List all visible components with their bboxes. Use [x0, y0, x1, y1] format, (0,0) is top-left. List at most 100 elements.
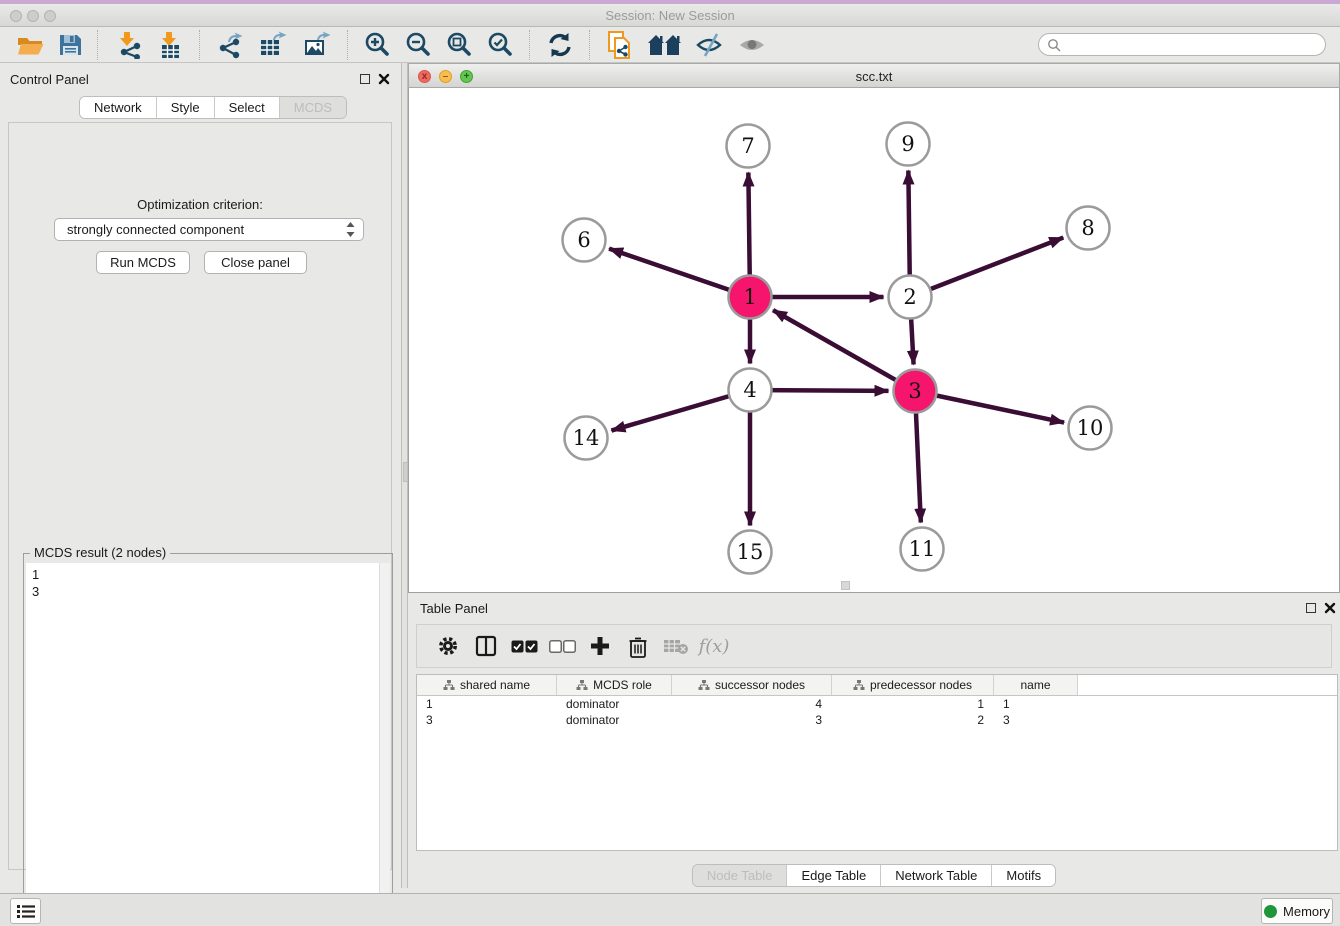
- select-all-button[interactable]: [505, 640, 543, 653]
- panel-splitter[interactable]: [401, 63, 408, 888]
- graph-node-11[interactable]: 11: [901, 528, 944, 571]
- criterion-dropdown[interactable]: strongly connected component: [54, 218, 364, 241]
- edge-2-8[interactable]: [910, 238, 1063, 297]
- close-table-panel-icon[interactable]: [1324, 602, 1336, 614]
- clone-network-button[interactable]: [599, 29, 641, 61]
- table-cell[interactable]: dominator: [557, 713, 672, 727]
- export-table-button[interactable]: [251, 29, 295, 61]
- open-session-button[interactable]: [10, 29, 51, 61]
- close-panel-button[interactable]: Close panel: [204, 251, 307, 274]
- add-column-button[interactable]: [581, 635, 619, 657]
- table-cell[interactable]: 3: [994, 713, 1078, 727]
- task-history-button[interactable]: [10, 898, 41, 924]
- table-cell[interactable]: 4: [672, 697, 832, 711]
- graph-node-7[interactable]: 7: [727, 125, 770, 168]
- network-canvas[interactable]: 7 9 6 8 1 2 4 3 14 10 15 11: [408, 88, 1340, 593]
- memory-button[interactable]: Memory: [1261, 898, 1333, 924]
- tab-mcds[interactable]: MCDS: [279, 97, 346, 118]
- svg-text:2: 2: [903, 285, 916, 309]
- graph-node-6[interactable]: 6: [563, 219, 606, 262]
- import-network-icon: [114, 31, 142, 59]
- column-header-MCDS-role[interactable]: MCDS role: [557, 675, 672, 695]
- zoom-fit-button[interactable]: [439, 29, 480, 61]
- graph-node-4[interactable]: 4: [729, 369, 772, 412]
- tab-style[interactable]: Style: [156, 97, 214, 118]
- search-input[interactable]: [1061, 37, 1325, 53]
- node-table[interactable]: shared nameMCDS role successor nodes prede…: [416, 674, 1338, 851]
- search-field[interactable]: [1038, 33, 1326, 56]
- table-cell[interactable]: 2: [832, 713, 994, 727]
- graph-node-8[interactable]: 8: [1067, 207, 1110, 250]
- graph-node-2[interactable]: 2: [889, 276, 932, 319]
- export-network-button[interactable]: [209, 29, 251, 61]
- hide-panels-button[interactable]: [689, 29, 731, 61]
- column-header-shared-name[interactable]: shared name: [417, 675, 557, 695]
- table-cell[interactable]: dominator: [557, 697, 672, 711]
- table-cell[interactable]: 1: [994, 697, 1078, 711]
- column-header-label: successor nodes: [715, 678, 805, 692]
- export-image-button[interactable]: [295, 29, 339, 61]
- graph-node-3[interactable]: 3: [894, 370, 937, 413]
- title-bar: Session: New Session: [0, 0, 1340, 27]
- table-cell[interactable]: 3: [417, 713, 557, 727]
- close-panel-icon[interactable]: [378, 73, 390, 85]
- float-table-panel-icon[interactable]: [1306, 603, 1316, 613]
- column-header-successor-nodes[interactable]: successor nodes: [672, 675, 832, 695]
- run-mcds-button[interactable]: Run MCDS: [96, 251, 190, 274]
- canvas-resize-grip[interactable]: [841, 581, 850, 590]
- show-panels-button[interactable]: [731, 29, 773, 61]
- network-window-titlebar[interactable]: x – + scc.txt: [408, 63, 1340, 88]
- delete-column-button[interactable]: [619, 635, 657, 658]
- mcds-result-text[interactable]: 1 3: [26, 563, 390, 926]
- zoom-out-button[interactable]: [398, 29, 439, 61]
- status-bar: Memory: [0, 893, 1340, 926]
- table-panel-title: Table Panel: [420, 601, 488, 616]
- graph-node-9[interactable]: 9: [887, 123, 930, 166]
- tab-motifs[interactable]: Motifs: [991, 865, 1055, 886]
- refresh-icon: [546, 32, 574, 58]
- chevron-updown-icon: [346, 222, 355, 237]
- columns-icon: [475, 635, 497, 657]
- open-folder-icon: [17, 33, 44, 57]
- save-session-button[interactable]: [51, 29, 89, 61]
- edge-3-1[interactable]: [773, 310, 915, 391]
- tab-node-table[interactable]: Node Table: [693, 865, 787, 886]
- column-type-icon: [698, 680, 710, 691]
- show-columns-button[interactable]: [467, 635, 505, 657]
- import-network-button[interactable]: [107, 29, 149, 61]
- network-graph[interactable]: 7 9 6 8 1 2 4 3 14 10 15 11: [409, 88, 1339, 591]
- graph-node-14[interactable]: 14: [565, 417, 608, 460]
- table-panel-tabs: Node TableEdge TableNetwork TableMotifs: [692, 864, 1056, 887]
- svg-text:8: 8: [1081, 216, 1094, 240]
- deselect-all-icon: [549, 640, 576, 653]
- table-row[interactable]: 1dominator411: [417, 696, 1337, 712]
- tab-edge-table[interactable]: Edge Table: [786, 865, 880, 886]
- column-header-name[interactable]: name: [994, 675, 1078, 695]
- table-row[interactable]: 3dominator323: [417, 712, 1337, 728]
- column-header-predecessor-nodes[interactable]: predecessor nodes: [832, 675, 994, 695]
- export-network-icon: [216, 31, 244, 59]
- svg-text:9: 9: [901, 132, 914, 156]
- show-all-networks-button[interactable]: [641, 29, 689, 61]
- tab-select[interactable]: Select: [214, 97, 279, 118]
- import-table-button[interactable]: [149, 29, 191, 61]
- graph-node-1[interactable]: 1: [729, 276, 772, 319]
- tab-network[interactable]: Network: [80, 97, 156, 118]
- edge-3-10[interactable]: [915, 391, 1064, 423]
- table-cell[interactable]: 3: [672, 713, 832, 727]
- graph-node-10[interactable]: 10: [1069, 407, 1112, 450]
- table-settings-button[interactable]: [429, 635, 467, 657]
- zoom-in-button[interactable]: [357, 29, 398, 61]
- tab-network-table[interactable]: Network Table: [880, 865, 991, 886]
- refresh-button[interactable]: [539, 29, 581, 61]
- graph-node-15[interactable]: 15: [729, 531, 772, 574]
- toolbar-separator: [199, 30, 201, 60]
- zoom-selected-button[interactable]: [480, 29, 521, 61]
- table-cell[interactable]: 1: [832, 697, 994, 711]
- import-table-icon: [156, 31, 184, 59]
- deselect-all-button[interactable]: [543, 640, 581, 653]
- mcds-result-title: MCDS result (2 nodes): [30, 545, 170, 560]
- float-panel-icon[interactable]: [360, 74, 370, 84]
- table-cell[interactable]: 1: [417, 697, 557, 711]
- result-scrollbar[interactable]: [379, 563, 390, 926]
